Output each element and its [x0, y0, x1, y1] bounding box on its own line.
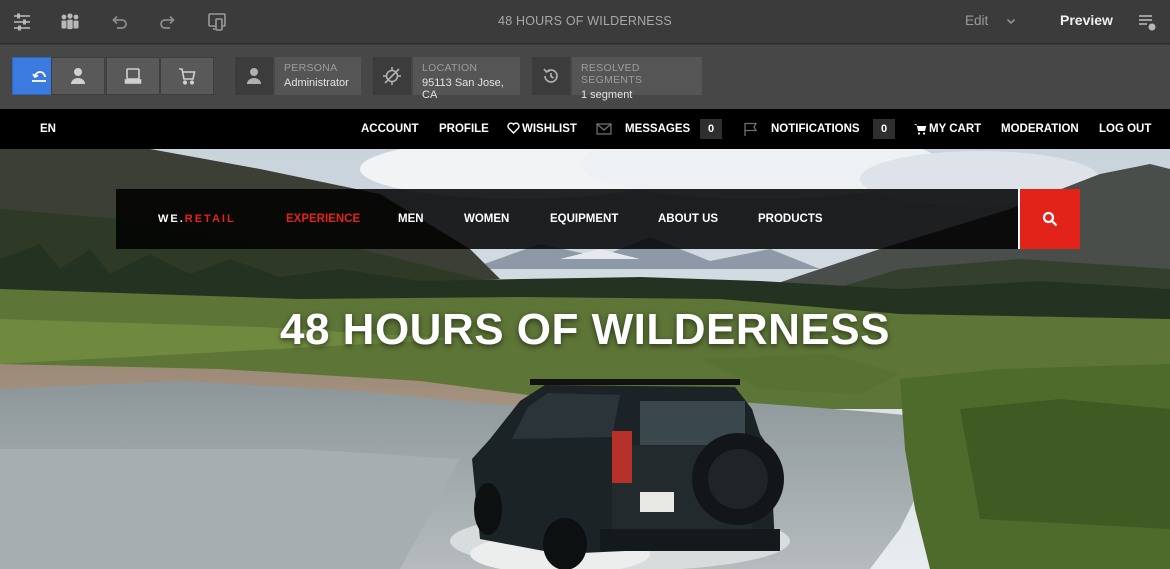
profile-link[interactable]: PROFILE: [439, 123, 489, 135]
location-value: 95113 San Jose, CA: [422, 77, 504, 101]
mode-select[interactable]: Edit: [965, 13, 988, 28]
nav-item-about-us[interactable]: ABOUT US: [658, 213, 718, 225]
location-label: LOCATION: [422, 62, 478, 74]
logo-suffix: RETAIL: [184, 213, 236, 225]
segments-label: RESOLVED SEGMENTS: [581, 62, 643, 86]
cart-toggle-button[interactable]: [160, 57, 214, 95]
hero-banner: WE.RETAIL EXPERIENCE MEN WOMEN EQUIPMENT…: [0, 149, 1170, 569]
persona-icon[interactable]: [235, 57, 273, 95]
messages-link[interactable]: MESSAGES: [625, 123, 690, 135]
notifications-link[interactable]: NOTIFICATIONS: [771, 123, 860, 135]
site-utility-bar: EN ACCOUNT PROFILE WISHLIST MESSAGES 0 N…: [0, 109, 1170, 149]
segments-value: 1 segment: [581, 89, 633, 101]
nav-item-men[interactable]: MEN: [398, 213, 424, 225]
moderation-link[interactable]: MODERATION: [1001, 123, 1079, 135]
nav-item-equipment[interactable]: EQUIPMENT: [550, 213, 618, 225]
segments-icon[interactable]: [532, 57, 570, 95]
heart-icon: [507, 122, 520, 134]
messages-count-badge: 0: [700, 119, 722, 139]
language-selector[interactable]: EN: [40, 123, 56, 135]
site-navigation: WE.RETAIL EXPERIENCE MEN WOMEN EQUIPMENT…: [116, 189, 1018, 249]
segments-store[interactable]: RESOLVED SEGMENTS 1 segment: [572, 57, 702, 101]
search-icon: [1042, 211, 1058, 227]
my-cart-link[interactable]: MY CART: [929, 123, 981, 135]
wishlist-link[interactable]: WISHLIST: [522, 123, 577, 135]
flag-icon: [743, 122, 759, 136]
context-hub-bar: PERSONA Administrator LOCATION 95113 San…: [0, 45, 1170, 109]
we-retail-logo[interactable]: WE.RETAIL: [158, 213, 236, 225]
envelope-icon: [596, 123, 612, 135]
nav-item-women[interactable]: WOMEN: [464, 213, 509, 225]
persona-label: PERSONA: [284, 62, 338, 74]
preview-button[interactable]: Preview: [1060, 12, 1113, 28]
persona-store[interactable]: PERSONA Administrator: [275, 57, 361, 95]
account-link[interactable]: ACCOUNT: [361, 123, 419, 135]
nav-item-experience[interactable]: EXPERIENCE: [286, 213, 360, 225]
location-off-icon[interactable]: [373, 57, 411, 95]
persona-toggle-button[interactable]: [51, 57, 105, 95]
side-panel-icon[interactable]: [1136, 11, 1158, 33]
vehicle-image: [472, 379, 784, 569]
hero-title: 48 HOURS OF WILDERNESS: [280, 305, 890, 354]
location-store[interactable]: LOCATION 95113 San Jose, CA: [413, 57, 520, 101]
page-title: 48 HOURS OF WILDERNESS: [498, 14, 672, 28]
persona-value: Administrator: [284, 77, 349, 89]
logo-prefix: WE.: [158, 213, 185, 225]
cart-icon: [914, 123, 927, 135]
logout-link[interactable]: LOG OUT: [1099, 123, 1151, 135]
device-toggle-button[interactable]: [106, 57, 160, 95]
search-button[interactable]: [1020, 189, 1080, 249]
editor-toolbar: 48 HOURS OF WILDERNESS Edit Preview: [0, 0, 1170, 44]
notifications-count-badge: 0: [873, 119, 895, 139]
nav-item-products[interactable]: PRODUCTS: [758, 213, 823, 225]
chevron-down-icon[interactable]: [1005, 15, 1017, 27]
